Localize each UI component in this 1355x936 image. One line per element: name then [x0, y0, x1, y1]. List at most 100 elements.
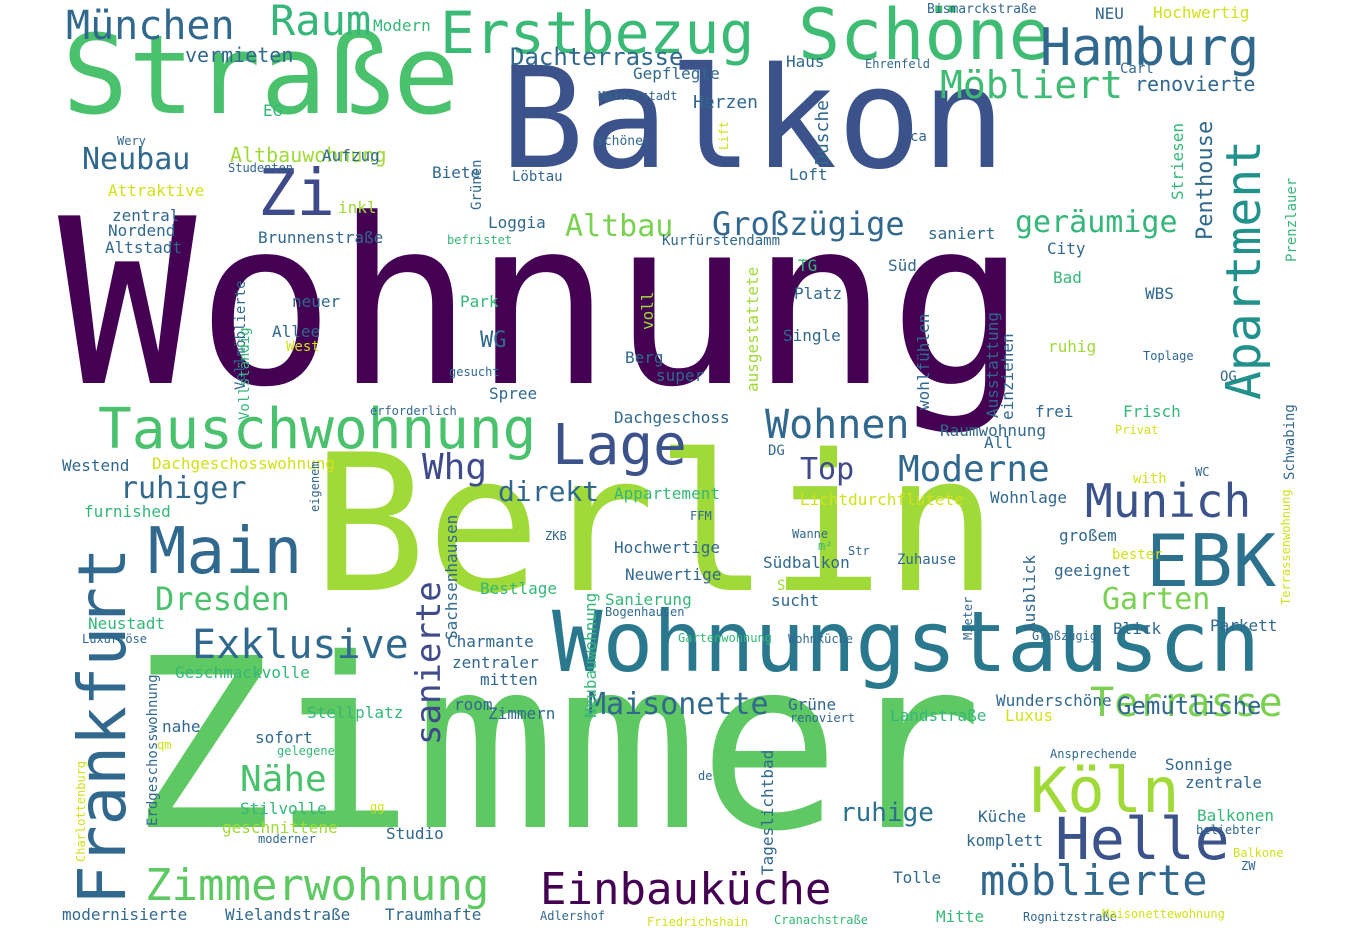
word-178: Mitte: [936, 907, 985, 926]
word-34: Nähe: [240, 759, 327, 800]
word-198: eigenem: [308, 461, 322, 512]
word-147: zentraler: [452, 653, 539, 672]
word-193: wohlfühlen: [914, 313, 933, 410]
word-145: Parkett: [1210, 616, 1278, 635]
word-18: Zimmerwohnung: [145, 860, 490, 911]
word-115: DG: [768, 443, 785, 459]
word-100: Berg: [625, 348, 664, 367]
word-112: Schwabing: [1282, 404, 1298, 480]
word-62: Wery: [117, 134, 146, 148]
word-72: Loft: [789, 165, 828, 184]
word-97: Toplage: [1143, 349, 1194, 363]
word-172: komplett: [966, 831, 1044, 850]
word-59: Ehrenfeld: [865, 57, 931, 71]
word-120: Wohnlage: [990, 488, 1068, 507]
word-39: ruhiger: [120, 471, 247, 506]
word-184: Cranachstraße: [774, 913, 868, 927]
word-79: befristet: [447, 233, 513, 247]
word-30: Top: [800, 452, 855, 487]
word-46: vermieten: [185, 43, 294, 67]
word-125: bester: [1112, 547, 1163, 563]
word-cloud: Wohnung Zimmer Berlin Balkon Straße Wohnungst…: [0, 0, 1355, 936]
word-163: Sonnige: [1165, 755, 1233, 774]
word-175: Balkone: [1233, 846, 1284, 860]
word-111: All: [984, 433, 1013, 452]
word-66: Striesen: [1168, 122, 1187, 200]
word-56: Bismarckstraße: [927, 2, 1037, 17]
word-90: neuer: [292, 292, 341, 311]
word-60: Carl: [1120, 61, 1154, 77]
word-61: EG: [263, 101, 283, 120]
word-180: Wielandstraße: [225, 905, 351, 924]
word-63: schöner: [596, 134, 651, 149]
word-54: NEU: [1095, 4, 1124, 23]
word-58: Maxvorstadt: [598, 89, 678, 103]
word-29: Moderne: [898, 449, 1050, 490]
word-152: room: [454, 695, 493, 714]
word-140: Luxuriöse: [82, 632, 148, 646]
word-53: Modern: [373, 16, 431, 35]
word-118: Appartement: [614, 484, 720, 503]
word-195: einziehen: [998, 333, 1017, 420]
word-171: Küche: [978, 807, 1027, 826]
word-183: Friedrichshain: [647, 915, 749, 929]
word-148: mitten: [480, 670, 538, 689]
word-176: ZW: [1241, 859, 1256, 873]
word-151: Stellplatz: [307, 703, 404, 722]
word-192: voll: [638, 291, 657, 330]
word-71: Löbtau: [512, 169, 563, 185]
word-83: Prenzlauer: [1284, 177, 1300, 262]
word-161: gelegene: [277, 744, 335, 758]
word-182: Adlershof: [540, 909, 606, 923]
word-77: Altstadt: [105, 238, 183, 257]
word-106: Dachgeschoss: [614, 408, 730, 427]
word-68: Aufzug: [322, 146, 380, 165]
word-74: inkl: [338, 198, 377, 217]
word-22: Apartment: [1216, 139, 1272, 400]
word-142: Gartenwohnung: [678, 631, 772, 645]
word-187: Charlottenburg: [74, 760, 88, 862]
word-93: West: [286, 339, 320, 355]
word-169: moderner: [258, 832, 316, 846]
word-48: Penthouse: [1193, 120, 1218, 240]
word-108: Frisch: [1123, 402, 1181, 421]
word-133: Neuwertige: [625, 565, 722, 584]
word-101: super: [656, 366, 705, 385]
word-190: Neubauwohnung: [581, 592, 600, 718]
word-37: geräumige: [1015, 205, 1178, 240]
word-156: Landstraße: [890, 706, 987, 725]
word-42: Garten: [1102, 582, 1211, 617]
word-65: ca: [910, 129, 927, 145]
word-113: Westend: [62, 456, 130, 475]
word-26: Möbliert: [940, 63, 1124, 107]
word-31: Whg: [422, 447, 488, 488]
word-95: Single: [783, 326, 841, 345]
word-80: Kurfürstendamm: [662, 233, 781, 249]
word-105: erforderlich: [370, 404, 457, 418]
word-81: saniert: [928, 224, 996, 243]
word-76: Nordend: [108, 221, 176, 240]
word-165: de: [698, 769, 713, 783]
word-116: with: [1133, 471, 1167, 487]
word-124: großem: [1059, 526, 1117, 545]
word-117: WC: [1195, 465, 1210, 479]
word-153: Zimmern: [488, 704, 556, 723]
word-43: Gemütliche: [1117, 692, 1262, 720]
word-38: Altbau: [565, 209, 674, 244]
word-158: nahe: [162, 717, 201, 736]
word-103: Spree: [489, 384, 538, 403]
word-144: Blick: [1113, 619, 1162, 638]
word-32: Exklusive: [192, 622, 409, 668]
word-33: Dresden: [155, 580, 290, 618]
word-191: ausgestattete: [743, 266, 762, 392]
word-87: Bad: [1053, 268, 1082, 287]
word-157: Luxus: [1005, 706, 1054, 725]
word-35: sanierte: [409, 581, 449, 745]
word-199: Tageslichtbad: [758, 749, 777, 875]
word-186: Maisonettewohnung: [1102, 907, 1225, 921]
word-143: Wohnküche: [788, 632, 854, 646]
word-164: zentrale: [1185, 773, 1263, 792]
word-51: Herzen: [693, 92, 759, 113]
word-135: Bestlage: [480, 579, 558, 598]
word-44: ruhige: [840, 798, 934, 828]
